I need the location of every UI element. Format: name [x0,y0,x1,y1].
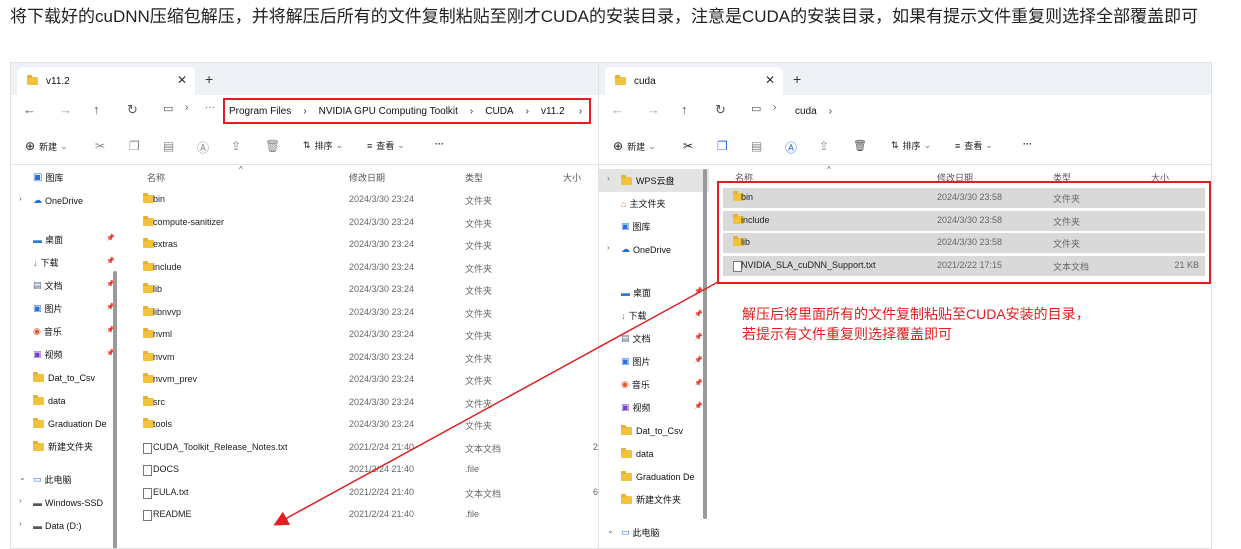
arrow-line [273,281,719,526]
copy-arrow [273,281,719,526]
